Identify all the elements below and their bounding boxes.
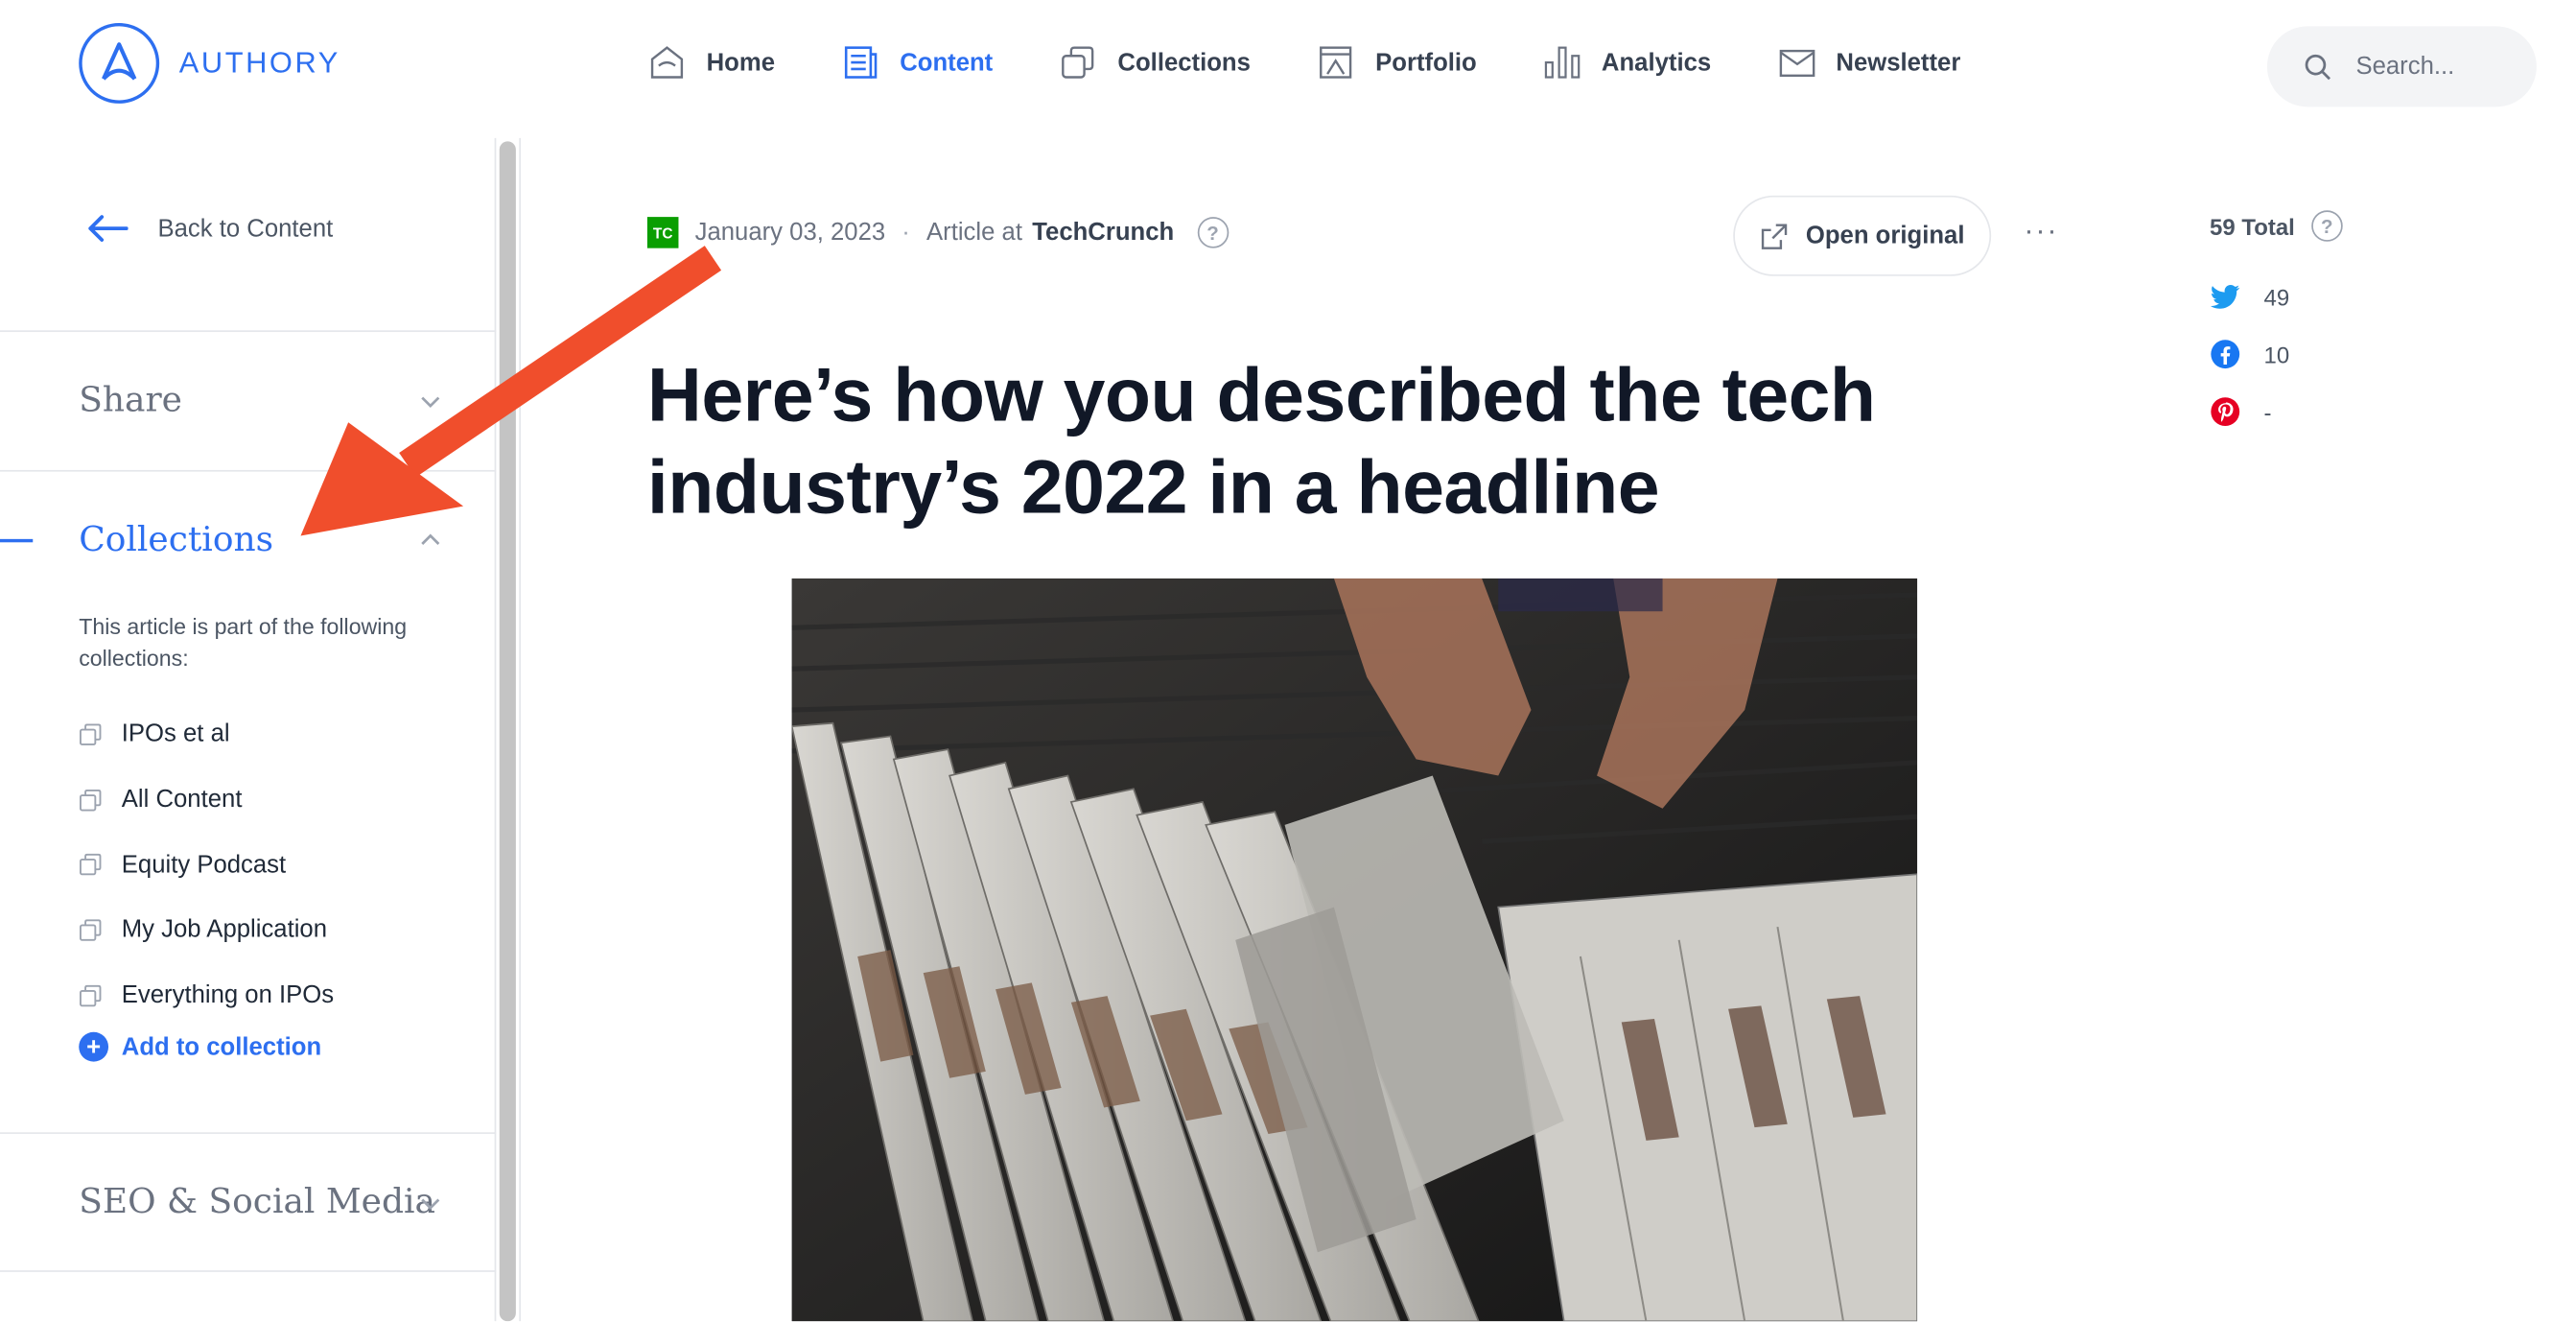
collection-icon (79, 984, 102, 1006)
facebook-stat: 10 (2210, 325, 2343, 383)
share-section-title[interactable]: Share (79, 380, 182, 419)
divider (0, 1132, 497, 1134)
nav-home-label: Home (706, 48, 776, 77)
home-icon (650, 46, 684, 79)
collection-item[interactable]: IPOs et al (79, 701, 334, 767)
search-input[interactable] (2355, 52, 2520, 81)
help-icon[interactable]: ? (2310, 210, 2343, 242)
content-icon (844, 46, 877, 79)
nav-content[interactable]: Content (841, 39, 994, 85)
nav-home[interactable]: Home (647, 39, 775, 85)
nav-analytics-label: Analytics (1601, 48, 1712, 77)
article-meta: TC January 03, 2023 · Article at TechCru… (646, 217, 1229, 248)
add-to-collection-label: Add to collection (121, 1032, 322, 1061)
article-date: January 03, 2023 (694, 218, 886, 247)
nav-portfolio-label: Portfolio (1375, 48, 1477, 77)
chevron-down-icon[interactable] (419, 1192, 442, 1215)
collection-icon (79, 854, 102, 876)
collection-item-label: Equity Podcast (121, 850, 287, 879)
meta-separator: · (902, 218, 910, 247)
collection-item[interactable]: Equity Podcast (79, 832, 334, 897)
arrow-left-icon (88, 215, 129, 242)
collection-item[interactable]: My Job Application (79, 897, 334, 962)
active-section-marker (0, 538, 34, 543)
collection-icon (79, 789, 102, 811)
twitter-count: 49 (2263, 283, 2290, 310)
portfolio-icon (1320, 46, 1352, 79)
add-to-collection-button[interactable]: + Add to collection (79, 1031, 322, 1062)
publication-name[interactable]: TechCrunch (1032, 219, 1174, 247)
main-nav: Home Content Collections Portfolio Analy… (647, 39, 2026, 85)
facebook-icon (2211, 340, 2240, 369)
collection-item[interactable]: All Content (79, 767, 334, 832)
collection-item-label: Everything on IPOs (121, 980, 335, 1009)
collection-item[interactable]: Everything on IPOs (79, 962, 334, 1027)
chevron-down-icon[interactable] (419, 390, 442, 413)
twitter-icon (2210, 284, 2240, 308)
analytics-icon (1544, 46, 1581, 79)
article-hero-image (791, 578, 1918, 1322)
open-original-button[interactable]: Open original (1733, 195, 1992, 276)
seo-section-title[interactable]: SEO & Social Media (79, 1182, 435, 1221)
twitter-stat: 49 (2210, 268, 2343, 325)
collections-section-title[interactable]: Collections (79, 519, 273, 558)
search-icon (2305, 54, 2331, 80)
social-stats: 59 Total ? 49 10 - (2210, 210, 2343, 440)
more-options-icon[interactable]: ··· (2024, 214, 2058, 248)
nav-analytics[interactable]: Analytics (1542, 39, 1711, 85)
nav-newsletter-label: Newsletter (1836, 48, 1961, 77)
help-icon[interactable]: ? (1197, 217, 1229, 248)
newsletter-icon (1778, 49, 1815, 77)
back-to-content-link[interactable]: Back to Content (85, 214, 333, 244)
logo-text: AUTHORY (178, 45, 340, 80)
collection-icon (79, 919, 102, 941)
collections-icon (1062, 46, 1094, 79)
facebook-count: 10 (2263, 341, 2290, 367)
pinterest-stat: - (2210, 383, 2343, 440)
scrollbar-track (519, 137, 522, 1322)
chevron-up-icon[interactable] (419, 530, 442, 553)
nav-portfolio[interactable]: Portfolio (1316, 39, 1477, 85)
article-headline: Here’s how you described the tech indust… (646, 351, 1876, 530)
authory-logo[interactable]: AUTHORY (79, 22, 340, 104)
pinterest-count: - (2263, 398, 2272, 425)
nav-content-label: Content (900, 48, 994, 77)
collections-description: This article is part of the following co… (79, 614, 408, 671)
collection-item-label: All Content (121, 785, 243, 814)
stats-total-label: 59 Total (2209, 212, 2295, 240)
sidebar: Back to Content Share Collections This a… (0, 137, 497, 1322)
back-to-content-label: Back to Content (157, 214, 334, 243)
collections-list: IPOs et al All Content Equity Podcast My… (79, 701, 334, 1027)
plus-circle-icon: + (79, 1031, 109, 1062)
logo-mark-icon (79, 22, 160, 104)
sidebar-scrollbar[interactable] (499, 141, 516, 1322)
open-original-label: Open original (1805, 222, 1965, 250)
nav-collections-label: Collections (1117, 48, 1251, 77)
stats-total: 59 Total ? (2210, 210, 2343, 242)
pinterest-icon (2211, 397, 2240, 427)
collection-item-label: IPOs et al (121, 720, 230, 749)
search-box[interactable] (2266, 26, 2537, 107)
divider (0, 330, 497, 333)
techcrunch-logo-icon: TC (646, 217, 679, 248)
nav-collections[interactable]: Collections (1059, 39, 1251, 85)
collection-item-label: My Job Application (121, 915, 328, 944)
article-type-prefix: Article at (925, 218, 1022, 247)
divider (0, 469, 497, 472)
nav-newsletter[interactable]: Newsletter (1777, 39, 1961, 85)
external-link-icon (1762, 223, 1788, 249)
divider (0, 1270, 497, 1272)
collection-icon (79, 723, 102, 745)
